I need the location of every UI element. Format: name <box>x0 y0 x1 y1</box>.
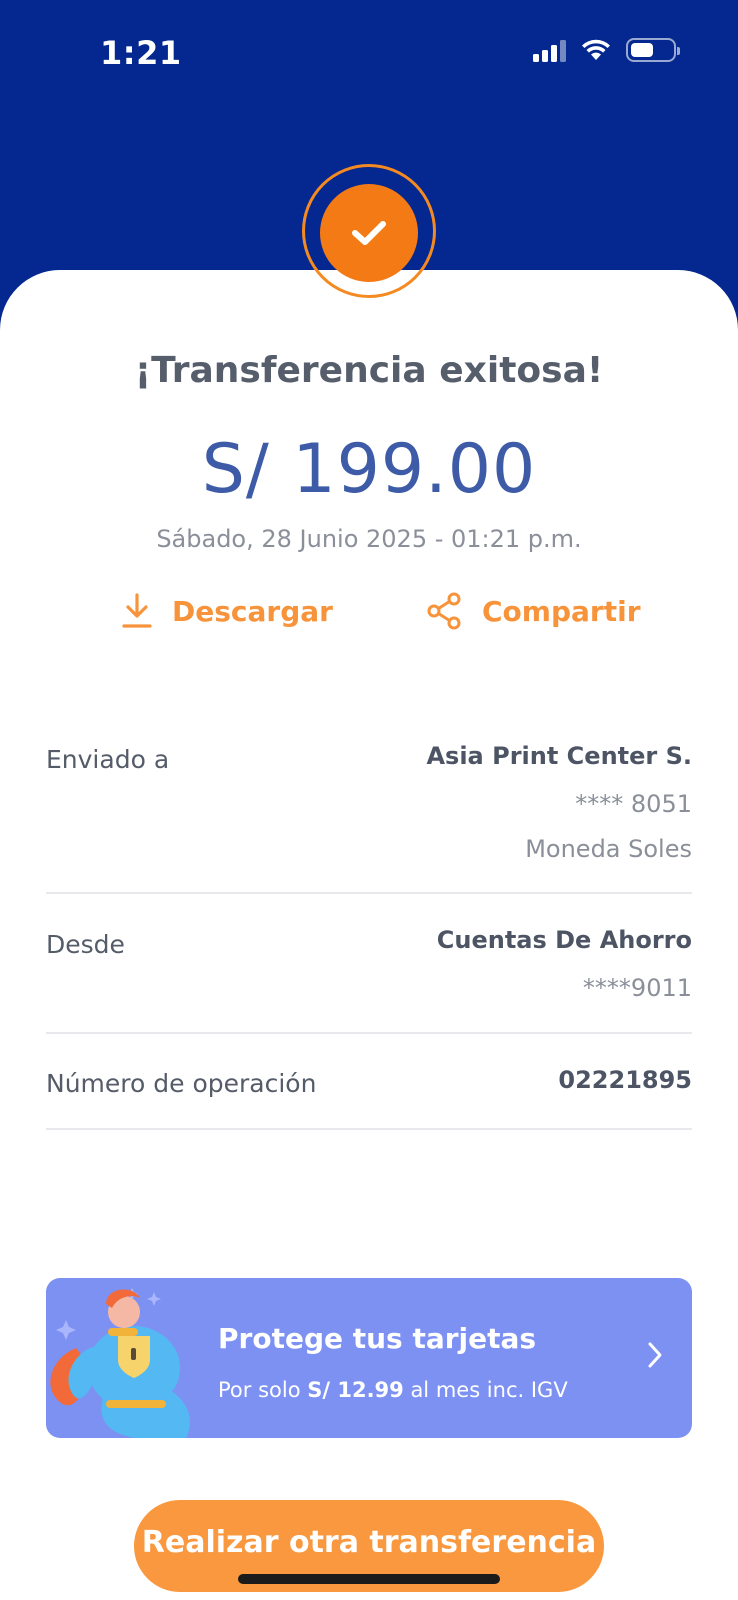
share-button[interactable]: Compartir <box>426 592 641 630</box>
home-indicator <box>238 1574 500 1584</box>
check-badge <box>320 184 418 282</box>
promo-price: S/ 12.99 <box>307 1378 404 1402</box>
operation-number: 02221895 <box>558 1066 692 1094</box>
share-label: Compartir <box>482 594 641 628</box>
from-account: ****9011 <box>582 974 692 1002</box>
download-label: Descargar <box>172 594 333 628</box>
status-time: 1:21 <box>100 34 182 72</box>
card-protection-banner[interactable]: Protege tus tarjetas Por solo S/ 12.99 a… <box>46 1278 692 1438</box>
divider <box>46 1128 692 1130</box>
download-icon <box>122 593 152 628</box>
status-icons <box>533 38 680 62</box>
promo-subtitle-prefix: Por solo <box>218 1378 308 1402</box>
battery-icon <box>626 38 680 62</box>
promo-title: Protege tus tarjetas <box>218 1322 537 1355</box>
from-account-type: Cuentas De Ahorro <box>436 926 692 954</box>
sent-to-label: Enviado a <box>46 745 170 774</box>
promo-subtitle: Por solo S/ 12.99 al mes inc. IGV <box>218 1378 568 1402</box>
divider <box>46 1032 692 1034</box>
page-title: ¡Transferencia exitosa! <box>134 350 604 391</box>
chevron-right-icon <box>648 1342 662 1368</box>
superhero-illustration <box>50 1288 190 1438</box>
wifi-icon <box>582 39 610 60</box>
operation-label: Número de operación <box>46 1069 317 1098</box>
from-label: Desde <box>46 930 125 959</box>
download-button[interactable]: Descargar <box>120 592 333 630</box>
transfer-amount: S/ 199.00 <box>201 430 537 509</box>
share-icon <box>427 592 461 630</box>
transfer-datetime: Sábado, 28 Junio 2025 - 01:21 p.m. <box>156 525 582 553</box>
divider <box>46 892 692 894</box>
recipient-name: Asia Print Center S. <box>426 742 692 770</box>
check-icon <box>352 221 386 245</box>
promo-subtitle-suffix: al mes inc. IGV <box>403 1378 568 1402</box>
cellular-signal-icon <box>533 38 566 62</box>
recipient-currency: Moneda Soles <box>525 835 692 863</box>
recipient-account: **** 8051 <box>575 790 692 818</box>
